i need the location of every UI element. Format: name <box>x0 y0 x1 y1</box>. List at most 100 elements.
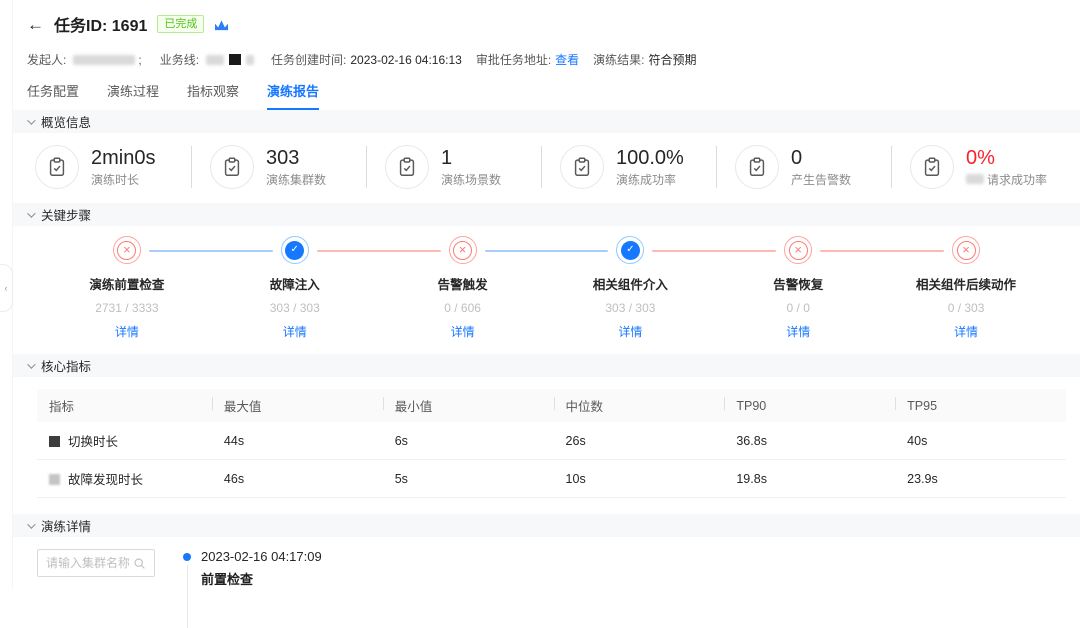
approval-view-link[interactable]: 查看 <box>555 51 579 68</box>
metric-name-cell: 故障发现时长 <box>37 459 212 498</box>
step-component-followup: 相关组件后续动作 0 / 303 详情 <box>820 236 1050 340</box>
page-header: ← 任务ID: 1691 已完成 <box>13 0 1080 36</box>
tab-drill-process[interactable]: 演练过程 <box>107 81 159 110</box>
task-info-row: 发起人: ; 业务线: 任务创建时间: 2023-02-16 04:16:13 … <box>13 51 1080 68</box>
chevron-down-icon <box>27 208 36 218</box>
brand-icon[interactable] <box>214 18 229 31</box>
section-header-key-steps[interactable]: 关键步骤 <box>13 203 1080 226</box>
stat-value: 0 <box>791 146 803 169</box>
step-detail-link[interactable]: 详情 <box>714 323 882 340</box>
chevron-down-icon <box>27 359 36 369</box>
metric-value: 26s <box>553 422 725 460</box>
stat-scene-count: 1 演练场景数 <box>385 145 541 189</box>
clipboard-check-icon <box>385 145 429 189</box>
stat-label: 演练时长 <box>91 172 140 187</box>
divider <box>366 146 367 188</box>
step-detail-link[interactable]: 详情 <box>546 323 714 340</box>
divider <box>891 146 892 188</box>
metric-value: 10s <box>553 459 725 498</box>
created-field: 任务创建时间: 2023-02-16 04:16:13 <box>271 51 462 68</box>
metric-value: 46s <box>211 459 383 498</box>
timeline-dot-icon <box>183 553 191 561</box>
divider <box>716 146 717 188</box>
step-count: 2731 / 3333 <box>95 301 159 315</box>
stat-value: 0% <box>966 146 995 169</box>
step-count: 0 / 303 <box>947 301 985 315</box>
step-count: 303 / 303 <box>605 301 656 315</box>
stat-label: 请求成功率 <box>966 171 1047 188</box>
sidebar-collapse-handle[interactable]: ‹ <box>0 264 13 312</box>
col-min: 最小值 <box>382 389 554 422</box>
separator: ; <box>138 52 142 67</box>
step-detail-link[interactable]: 详情 <box>882 323 1050 340</box>
table-row: 故障发现时长 46s 5s 10s 19.8s 23.9s <box>37 459 1066 498</box>
table-row: 切换时长 44s 6s 26s 36.8s 40s <box>37 422 1066 460</box>
busline-logo-redacted <box>229 54 242 65</box>
search-icon <box>133 557 146 570</box>
timeline-title: 前置检查 <box>201 572 254 587</box>
chevron-down-icon <box>27 519 36 529</box>
step-name: 告警触发 <box>437 278 488 292</box>
label-prefix-redacted <box>966 174 984 184</box>
section-header-drill-details[interactable]: 演练详情 <box>13 514 1080 537</box>
tab-bar: 任务配置 演练过程 指标观察 演练报告 <box>13 81 1080 110</box>
section-header-core-metrics[interactable]: 核心指标 <box>13 354 1080 377</box>
stat-label: 演练集群数 <box>266 172 327 187</box>
timeline-time: 2023-02-16 04:17:09 <box>201 549 322 564</box>
col-metric: 指标 <box>37 389 212 422</box>
stat-success-rate: 100.0% 演练成功率 <box>560 145 716 189</box>
stat-value: 1 <box>441 146 453 169</box>
drill-details-body: 2023-02-16 04:17:09 前置检查 <box>13 537 1080 628</box>
step-detail-link[interactable]: 详情 <box>379 323 547 340</box>
step-detail-link[interactable]: 详情 <box>211 323 379 340</box>
step-fail-icon <box>952 236 981 264</box>
step-fail-icon <box>112 236 141 264</box>
step-count: 0 / 606 <box>444 301 481 315</box>
stat-cluster-count: 303 演练集群数 <box>210 145 366 189</box>
back-icon[interactable]: ← <box>27 16 44 33</box>
timeline-line <box>186 565 188 628</box>
stat-label: 演练成功率 <box>616 172 677 187</box>
result-field: 演练结果: 符合预期 <box>593 51 696 68</box>
busline-value-redacted <box>206 54 225 65</box>
metric-value: 6s <box>382 422 554 460</box>
metric-logo-redacted <box>49 474 60 485</box>
created-label: 任务创建时间: <box>271 53 347 67</box>
divider <box>541 146 542 188</box>
tab-drill-report[interactable]: 演练报告 <box>267 81 320 110</box>
step-pass-icon <box>616 236 645 264</box>
busline-field: 业务线: <box>160 51 257 68</box>
section-title: 核心指标 <box>41 360 92 374</box>
col-tp95: TP95 <box>895 389 1066 422</box>
section-header-overview[interactable]: 概览信息 <box>13 110 1080 133</box>
stat-value: 100.0% <box>616 146 684 169</box>
section-title: 概览信息 <box>41 116 92 130</box>
stat-request-success-rate: 0% 请求成功率 <box>910 145 1066 189</box>
tab-metric-watch[interactable]: 指标观察 <box>187 81 239 110</box>
created-value: 2023-02-16 04:16:13 <box>350 52 462 67</box>
stat-alert-count: 0 产生告警数 <box>735 145 891 189</box>
page-title: 任务ID: 1691 <box>54 18 148 35</box>
stat-label: 产生告警数 <box>791 172 852 187</box>
step-fail-icon <box>448 236 477 264</box>
step-pass-icon <box>280 236 309 264</box>
step-connector <box>820 250 945 252</box>
cluster-search-box[interactable] <box>37 549 155 577</box>
metric-value: 44s <box>211 422 383 460</box>
approval-field: 审批任务地址: 查看 <box>476 51 579 68</box>
step-name: 相关组件后续动作 <box>916 278 1017 292</box>
cluster-search-input[interactable] <box>46 556 129 570</box>
busline-value-redacted <box>246 54 255 65</box>
busline-label: 业务线: <box>159 53 200 67</box>
tab-task-config[interactable]: 任务配置 <box>27 81 79 110</box>
section-title: 关键步骤 <box>41 209 92 223</box>
main-content: ← 任务ID: 1691 已完成 发起人: ; 业务线: 任务创建时间: 202… <box>12 0 1080 628</box>
stat-value: 2min0s <box>91 146 156 169</box>
metric-value: 36.8s <box>724 422 896 460</box>
step-count: 0 / 0 <box>786 301 810 315</box>
metric-value: 19.8s <box>724 459 896 498</box>
clipboard-check-icon <box>210 145 254 189</box>
step-detail-link[interactable]: 详情 <box>43 323 211 340</box>
step-connector <box>148 250 273 252</box>
metric-value: 5s <box>382 459 554 498</box>
